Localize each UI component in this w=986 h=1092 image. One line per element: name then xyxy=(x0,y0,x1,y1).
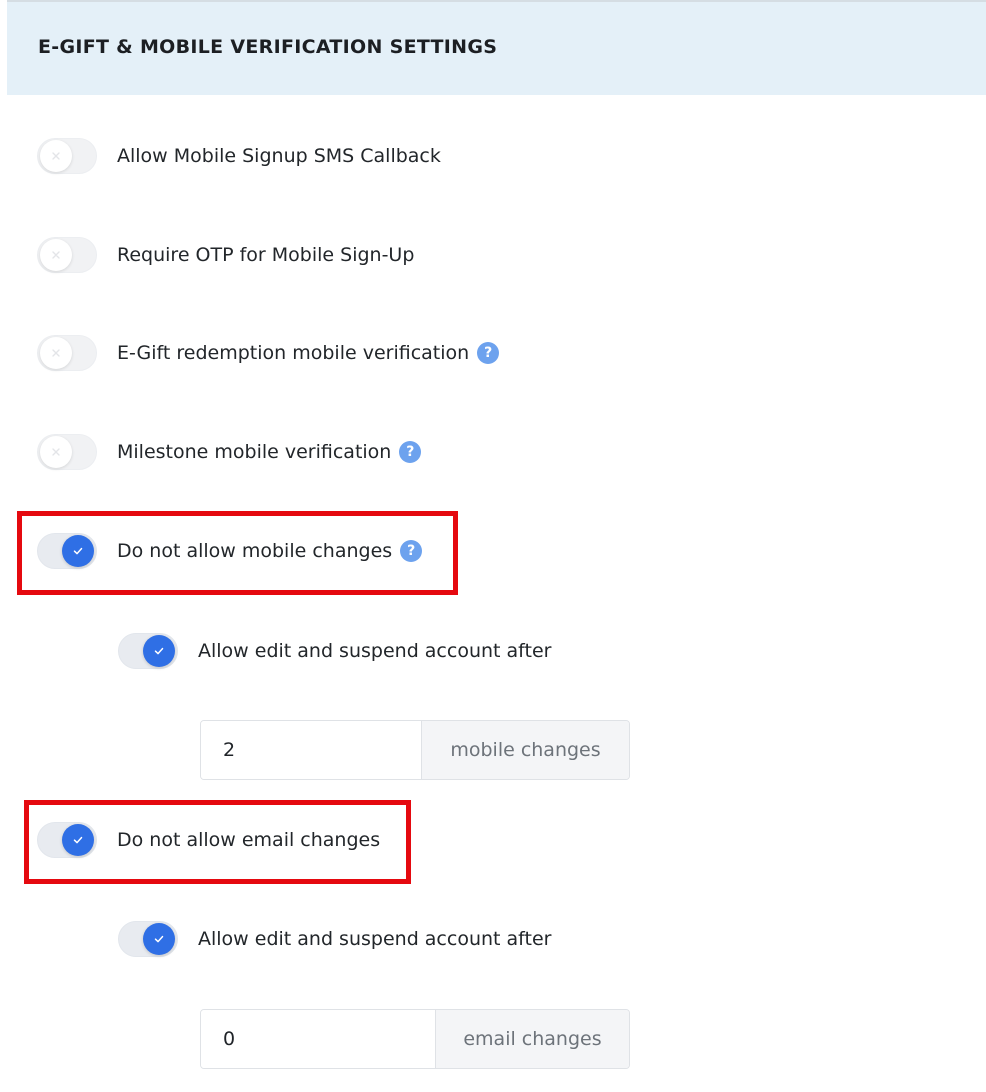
help-icon[interactable]: ? xyxy=(399,441,422,463)
toggle-email-allow-edit-suspend[interactable] xyxy=(118,921,178,957)
setting-label: Do not allow mobile changes xyxy=(117,540,393,562)
toggle-knob xyxy=(40,140,72,172)
setting-row-require-otp: Require OTP for Mobile Sign-Up xyxy=(37,235,414,275)
setting-row-no-mobile-changes: Do not allow mobile changes ? xyxy=(37,531,423,571)
check-icon xyxy=(73,547,83,555)
setting-label: Do not allow email changes xyxy=(117,829,381,851)
mobile-changes-unit: mobile changes xyxy=(421,721,629,779)
check-icon xyxy=(73,836,83,844)
toggle-egift-redemption-verification[interactable] xyxy=(37,335,97,371)
toggle-knob xyxy=(143,923,175,955)
toggle-no-mobile-changes[interactable] xyxy=(37,533,97,569)
setting-row-no-email-changes: Do not allow email changes xyxy=(37,820,380,860)
toggle-no-email-changes[interactable] xyxy=(37,822,97,858)
mobile-changes-count-input[interactable] xyxy=(201,721,421,779)
x-icon xyxy=(52,448,60,456)
toggle-mobile-signup-sms-callback[interactable] xyxy=(37,138,97,174)
toggle-mobile-allow-edit-suspend[interactable] xyxy=(118,633,178,669)
toggle-knob xyxy=(40,337,72,369)
toggle-knob xyxy=(40,436,72,468)
email-changes-input-group: email changes xyxy=(200,1009,630,1069)
setting-label: Milestone mobile verification xyxy=(117,441,392,463)
toggle-knob xyxy=(40,239,72,271)
toggle-knob xyxy=(62,535,94,567)
x-icon xyxy=(52,152,60,160)
section-header: E-GIFT & MOBILE VERIFICATION SETTINGS xyxy=(7,0,986,95)
setting-row-milestone-verification: Milestone mobile verification ? xyxy=(37,432,422,472)
toggle-knob xyxy=(143,635,175,667)
email-changes-count-input[interactable] xyxy=(201,1010,435,1068)
x-icon xyxy=(52,251,60,259)
toggle-require-otp[interactable] xyxy=(37,237,97,273)
setting-row-mobile-signup-sms-callback: Allow Mobile Signup SMS Callback xyxy=(37,136,441,176)
check-icon xyxy=(154,647,164,655)
x-icon xyxy=(52,349,60,357)
setting-label: Allow edit and suspend account after xyxy=(198,640,552,662)
setting-row-egift-redemption-verification: E-Gift redemption mobile verification ? xyxy=(37,333,500,373)
setting-label: E-Gift redemption mobile verification xyxy=(117,342,470,364)
setting-label: Require OTP for Mobile Sign-Up xyxy=(117,244,415,266)
email-changes-unit: email changes xyxy=(435,1010,629,1068)
mobile-changes-input-group: mobile changes xyxy=(200,720,630,780)
help-icon[interactable]: ? xyxy=(400,540,423,562)
settings-page: E-GIFT & MOBILE VERIFICATION SETTINGS Al… xyxy=(0,0,986,1092)
setting-label: Allow edit and suspend account after xyxy=(198,928,552,950)
toggle-knob xyxy=(62,824,94,856)
check-icon xyxy=(154,935,164,943)
help-icon[interactable]: ? xyxy=(477,342,500,364)
setting-row-email-allow-edit-suspend: Allow edit and suspend account after xyxy=(118,919,551,959)
setting-label: Allow Mobile Signup SMS Callback xyxy=(117,145,441,167)
section-title: E-GIFT & MOBILE VERIFICATION SETTINGS xyxy=(38,36,498,58)
toggle-milestone-verification[interactable] xyxy=(37,434,97,470)
setting-row-mobile-allow-edit-suspend: Allow edit and suspend account after xyxy=(118,631,551,671)
